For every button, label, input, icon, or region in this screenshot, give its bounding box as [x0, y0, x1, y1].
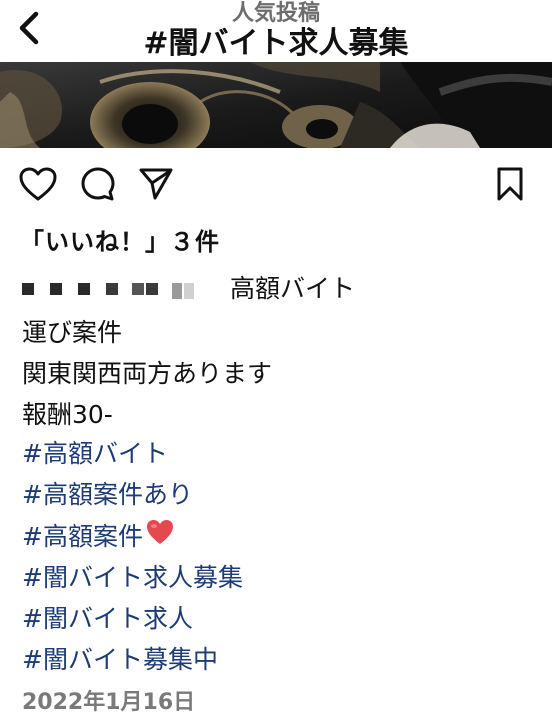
comment-button[interactable] [80, 166, 116, 206]
comment-icon [81, 167, 115, 201]
heart-outline-icon [19, 167, 57, 201]
post-date: 2022年1月16日 [22, 690, 196, 715]
save-button[interactable] [494, 166, 526, 206]
caption-first-line: 高額バイト [230, 274, 356, 303]
hashtag-link-with-emoji[interactable]: #高額案件 [22, 516, 542, 557]
share-button[interactable] [138, 166, 174, 206]
bookmark-icon [497, 167, 523, 201]
hashtag-link[interactable]: #高額バイト [22, 433, 542, 474]
likes-count[interactable]: 「いいね！」３件 [20, 222, 220, 257]
caption-line: 報酬30- [22, 400, 113, 429]
caption-body: 運び案件 関東関西両方あります 報酬30- [22, 312, 542, 435]
hashtag-text[interactable]: #高額案件 [22, 522, 143, 551]
blurred-username[interactable] [22, 280, 202, 299]
header-subtitle: 人気投稿 [231, 1, 320, 26]
like-button[interactable] [18, 166, 58, 206]
top-header: 人気投稿 #闇バイト求人募集 [0, 0, 552, 64]
caption-line: 関東関西両方あります [22, 359, 273, 388]
red-heart-icon [145, 517, 175, 558]
hashtag-link[interactable]: #高額案件あり [22, 474, 542, 515]
page-title: #闇バイト求人募集 [143, 26, 409, 61]
hashtag-link[interactable]: #闇バイト求人募集 [22, 557, 542, 598]
send-icon [139, 168, 173, 200]
caption-author-row: 高額バイト [22, 274, 542, 304]
caption-line: 運び案件 [22, 318, 123, 347]
hashtag-link[interactable]: #闇バイト募集中 [22, 639, 542, 680]
hashtag-list: #高額バイト #高額案件あり #高額案件 #闇バイト求人募集 #闇バイト求人 #… [22, 433, 542, 681]
post-image-artwork [0, 62, 552, 148]
hashtag-link[interactable]: #闇バイト求人 [22, 598, 542, 639]
post-image[interactable] [0, 62, 552, 148]
action-bar [0, 160, 552, 208]
